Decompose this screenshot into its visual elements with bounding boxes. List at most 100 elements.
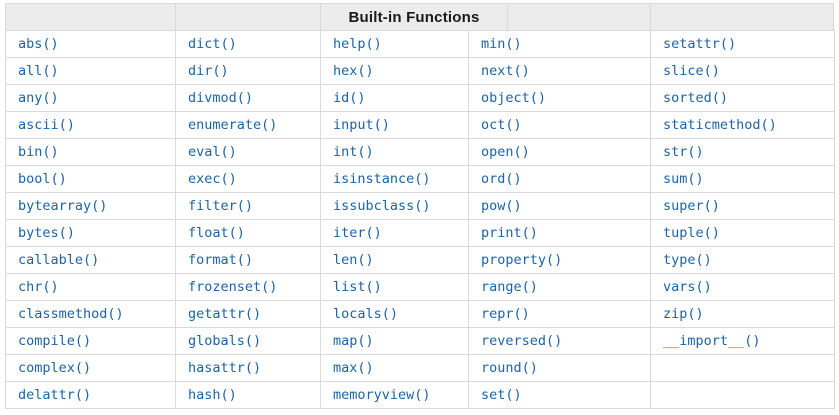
function-cell: divmod() <box>175 84 321 112</box>
function-link[interactable]: isinstance() <box>333 171 431 187</box>
function-link[interactable]: set() <box>481 387 522 403</box>
function-link[interactable]: exec() <box>188 171 237 187</box>
function-cell: sum() <box>650 165 835 193</box>
function-link[interactable]: max() <box>333 360 374 376</box>
function-cell: sorted() <box>650 84 835 112</box>
function-link[interactable]: abs() <box>18 36 59 52</box>
function-link[interactable]: bool() <box>18 171 67 187</box>
function-cell: compile() <box>5 327 176 355</box>
function-link[interactable]: eval() <box>188 144 237 160</box>
function-cell: len() <box>320 246 469 274</box>
function-link[interactable]: float() <box>188 225 245 241</box>
function-link[interactable]: dir() <box>188 63 229 79</box>
table-row: bool() exec() isinstance() ord() sum() <box>5 165 835 193</box>
function-link[interactable]: bin() <box>18 144 59 160</box>
function-link[interactable]: bytearray() <box>18 198 107 214</box>
function-link[interactable]: len() <box>333 252 374 268</box>
function-link[interactable]: slice() <box>663 63 720 79</box>
function-link[interactable]: __import__() <box>663 333 761 349</box>
function-link[interactable]: round() <box>481 360 538 376</box>
function-cell: print() <box>468 219 651 247</box>
function-cell: object() <box>468 84 651 112</box>
function-cell: callable() <box>5 246 176 274</box>
table-row: complex() hasattr() max() round() <box>5 354 835 382</box>
function-link[interactable]: delattr() <box>18 387 91 403</box>
function-link[interactable]: all() <box>18 63 59 79</box>
function-link[interactable]: format() <box>188 252 253 268</box>
function-link[interactable]: any() <box>18 90 59 106</box>
function-cell: isinstance() <box>320 165 469 193</box>
function-link[interactable]: ascii() <box>18 117 75 133</box>
function-link[interactable]: object() <box>481 90 546 106</box>
function-link[interactable]: tuple() <box>663 225 720 241</box>
function-link[interactable]: min() <box>481 36 522 52</box>
function-cell: type() <box>650 246 835 274</box>
function-link[interactable]: reversed() <box>481 333 562 349</box>
empty-cell <box>650 381 835 409</box>
function-cell: open() <box>468 138 651 166</box>
function-link[interactable]: list() <box>333 279 382 295</box>
function-link[interactable]: classmethod() <box>18 306 124 322</box>
function-link[interactable]: globals() <box>188 333 261 349</box>
table-row: any() divmod() id() object() sorted() <box>5 84 835 112</box>
function-cell: ascii() <box>5 111 176 139</box>
header-cell-empty-4 <box>651 4 833 30</box>
function-link[interactable]: oct() <box>481 117 522 133</box>
header-cell-empty-3 <box>508 4 651 30</box>
function-link[interactable]: complex() <box>18 360 91 376</box>
function-link[interactable]: hex() <box>333 63 374 79</box>
function-link[interactable]: ord() <box>481 171 522 187</box>
function-link[interactable]: sum() <box>663 171 704 187</box>
function-cell: pow() <box>468 192 651 220</box>
function-link[interactable]: sorted() <box>663 90 728 106</box>
function-link[interactable]: zip() <box>663 306 704 322</box>
function-link[interactable]: repr() <box>481 306 530 322</box>
function-link[interactable]: vars() <box>663 279 712 295</box>
function-link[interactable]: super() <box>663 198 720 214</box>
function-cell: iter() <box>320 219 469 247</box>
function-link[interactable]: dict() <box>188 36 237 52</box>
function-link[interactable]: issubclass() <box>333 198 431 214</box>
function-link[interactable]: hash() <box>188 387 237 403</box>
function-link[interactable]: open() <box>481 144 530 160</box>
function-link[interactable]: staticmethod() <box>663 117 777 133</box>
function-cell: staticmethod() <box>650 111 835 139</box>
function-cell: slice() <box>650 57 835 85</box>
function-link[interactable]: type() <box>663 252 712 268</box>
header-cell-title: Built-in Functions <box>321 4 508 30</box>
function-cell: hash() <box>175 381 321 409</box>
function-link[interactable]: map() <box>333 333 374 349</box>
function-link[interactable]: property() <box>481 252 562 268</box>
function-link[interactable]: getattr() <box>188 306 261 322</box>
function-cell: oct() <box>468 111 651 139</box>
table-row: bytes() float() iter() print() tuple() <box>5 219 835 247</box>
function-link[interactable]: callable() <box>18 252 99 268</box>
function-link[interactable]: enumerate() <box>188 117 277 133</box>
function-link[interactable]: memoryview() <box>333 387 431 403</box>
function-link[interactable]: divmod() <box>188 90 253 106</box>
function-link[interactable]: bytes() <box>18 225 75 241</box>
function-link[interactable]: next() <box>481 63 530 79</box>
function-link[interactable]: locals() <box>333 306 398 322</box>
function-cell: getattr() <box>175 300 321 328</box>
function-link[interactable]: input() <box>333 117 390 133</box>
function-link[interactable]: id() <box>333 90 366 106</box>
builtin-functions-table: Built-in Functions abs() dict() help() min(… <box>5 3 835 409</box>
table-row: ascii() enumerate() input() oct() staticmeth… <box>5 111 835 139</box>
function-link[interactable]: filter() <box>188 198 253 214</box>
table-row: abs() dict() help() min() setattr() <box>5 30 835 58</box>
function-link[interactable]: str() <box>663 144 704 160</box>
functions-grid-body: abs() dict() help() min() setattr() all() dir(… <box>5 30 835 409</box>
function-link[interactable]: frozenset() <box>188 279 277 295</box>
function-link[interactable]: setattr() <box>663 36 736 52</box>
function-link[interactable]: iter() <box>333 225 382 241</box>
function-link[interactable]: pow() <box>481 198 522 214</box>
function-link[interactable]: int() <box>333 144 374 160</box>
function-link[interactable]: chr() <box>18 279 59 295</box>
function-link[interactable]: help() <box>333 36 382 52</box>
function-link[interactable]: compile() <box>18 333 91 349</box>
function-cell: max() <box>320 354 469 382</box>
function-link[interactable]: range() <box>481 279 538 295</box>
function-link[interactable]: hasattr() <box>188 360 261 376</box>
function-link[interactable]: print() <box>481 225 538 241</box>
